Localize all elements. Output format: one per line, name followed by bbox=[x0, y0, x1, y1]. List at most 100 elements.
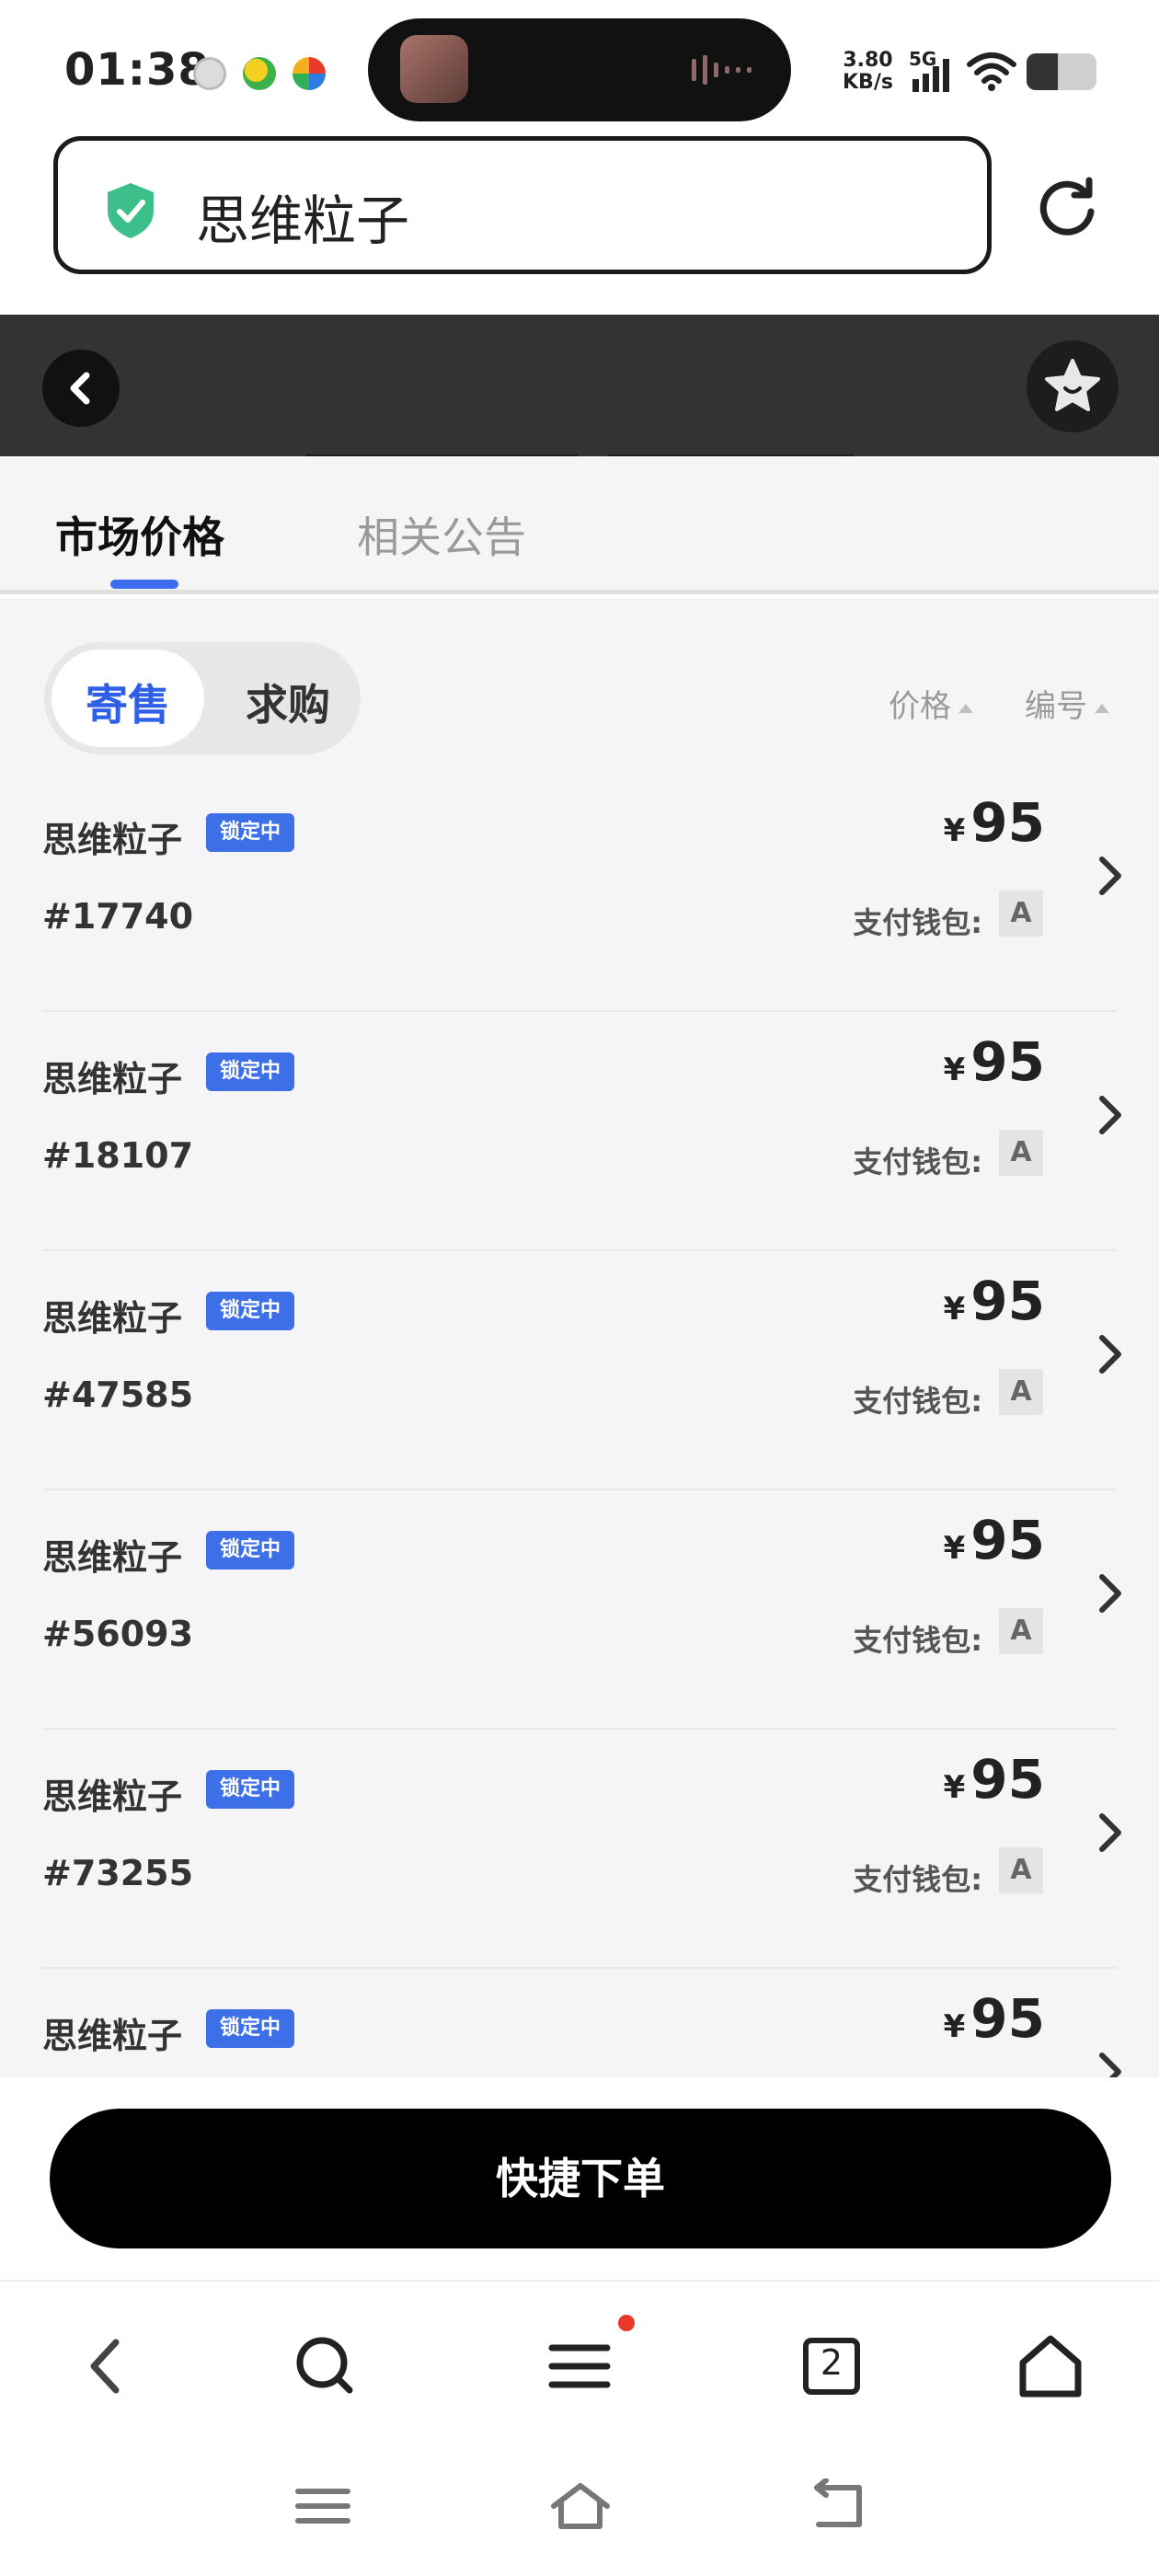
item-price: ¥95 bbox=[944, 1509, 1045, 1571]
item-price: ¥95 bbox=[944, 791, 1045, 854]
quick-order-button[interactable]: 快捷下单 bbox=[50, 2109, 1111, 2248]
currency-symbol: ¥ bbox=[943, 812, 966, 849]
wallet-label: 支付钱包: bbox=[853, 905, 982, 940]
tab-count: 2 bbox=[820, 2342, 843, 2383]
currency-symbol: ¥ bbox=[943, 1769, 966, 1806]
battery-icon bbox=[1027, 53, 1096, 90]
item-price: ¥95 bbox=[944, 1270, 1045, 1332]
price-value: 95 bbox=[970, 1748, 1045, 1811]
address-bar[interactable]: 思维粒子 bbox=[53, 136, 992, 274]
active-tab-indicator bbox=[110, 580, 178, 589]
audio-wave-icon bbox=[692, 55, 752, 85]
battery-level bbox=[1027, 53, 1059, 90]
list-item[interactable]: 思维粒子 锁定中 #73255 ¥95 支付钱包: A bbox=[0, 1730, 1159, 1969]
price-value: 95 bbox=[970, 1270, 1045, 1332]
lock-status-badge: 锁定中 bbox=[206, 1531, 294, 1570]
wallet-label: 支付钱包: bbox=[853, 1862, 982, 1897]
sort-by-price[interactable]: 价格 bbox=[889, 681, 973, 726]
list-item[interactable]: 思维粒子 锁定中 #56093 ¥95 支付钱包: A bbox=[0, 1490, 1159, 1730]
item-name: 思维粒子 bbox=[42, 1777, 183, 1817]
star-icon bbox=[1045, 359, 1100, 411]
speed-value: 3.80 bbox=[843, 49, 893, 72]
network-speed: 3.80 KB/s bbox=[843, 50, 893, 94]
lock-status-badge: 锁定中 bbox=[206, 1292, 294, 1330]
list-item[interactable]: 思维粒子 锁定中 #18107 ¥95 支付钱包: A bbox=[0, 1012, 1159, 1251]
item-name: 思维粒子 bbox=[42, 2016, 183, 2056]
sort-price-label: 价格 bbox=[889, 688, 951, 725]
lock-status-badge: 锁定中 bbox=[206, 813, 294, 852]
green-yellow-app-icon bbox=[243, 57, 276, 90]
address-title: 思维粒子 bbox=[196, 190, 410, 252]
wifi-icon bbox=[967, 52, 1016, 91]
lock-status-badge: 锁定中 bbox=[206, 1052, 294, 1091]
wallet-tag: A bbox=[999, 1608, 1043, 1654]
system-home-icon[interactable] bbox=[548, 2478, 613, 2534]
item-price: ¥95 bbox=[944, 1987, 1045, 2050]
tab-announcements[interactable]: 相关公告 bbox=[357, 504, 526, 565]
lock-status-badge: 锁定中 bbox=[206, 2009, 294, 2048]
avatar bbox=[400, 35, 468, 103]
back-button[interactable] bbox=[42, 350, 120, 427]
list-item[interactable]: 思维粒子 锁定中 #17740 ¥95 支付钱包: A bbox=[0, 773, 1159, 1012]
price-value: 95 bbox=[970, 1030, 1045, 1093]
item-name: 思维粒子 bbox=[42, 1298, 183, 1339]
sort-number-label: 编号 bbox=[1025, 688, 1087, 725]
system-back-icon[interactable] bbox=[806, 2478, 870, 2534]
item-name: 思维粒子 bbox=[42, 1059, 183, 1099]
currency-symbol: ¥ bbox=[943, 1530, 966, 1567]
wallet-label: 支付钱包: bbox=[853, 1623, 982, 1658]
wallet-label: 支付钱包: bbox=[853, 1384, 982, 1419]
sort-arrow-icon bbox=[1095, 703, 1109, 713]
speed-unit: KB/s bbox=[843, 71, 893, 94]
dynamic-island bbox=[368, 18, 791, 121]
segment-consign[interactable]: 寄售 bbox=[52, 650, 204, 747]
recent-apps-icon[interactable] bbox=[291, 2478, 355, 2534]
wallet-tag: A bbox=[999, 891, 1043, 937]
favorite-button[interactable] bbox=[1027, 340, 1119, 432]
price-value: 95 bbox=[970, 1987, 1045, 2050]
menu-icon[interactable] bbox=[543, 2329, 616, 2403]
chevron-right-icon bbox=[1099, 1813, 1121, 1852]
segment-consign-label: 寄售 bbox=[86, 680, 170, 730]
signal-icon bbox=[912, 59, 949, 92]
item-number: #73255 bbox=[42, 1853, 194, 1893]
price-value: 95 bbox=[970, 1509, 1045, 1571]
camera-app-icon bbox=[193, 57, 226, 90]
chevron-right-icon bbox=[1099, 1096, 1121, 1134]
listing-panel: 寄售 求购 价格 编号 思维粒子 锁定中 #17740 ¥95 支付钱包: A 思维粒子 锁定… bbox=[0, 598, 1159, 2077]
currency-symbol: ¥ bbox=[943, 1052, 966, 1088]
multicolor-app-icon bbox=[293, 57, 326, 90]
search-icon[interactable] bbox=[289, 2329, 362, 2403]
list-item[interactable]: 思维粒子 锁定中 #47585 ¥95 支付钱包: A bbox=[0, 1251, 1159, 1490]
home-icon[interactable] bbox=[1014, 2329, 1087, 2403]
chevron-left-icon bbox=[70, 372, 90, 405]
currency-symbol: ¥ bbox=[943, 2008, 966, 2045]
tabs-button[interactable]: 2 bbox=[795, 2329, 868, 2403]
item-number: #56093 bbox=[42, 1614, 194, 1654]
notification-dot bbox=[618, 2315, 635, 2331]
tab-bar: 市场价格 相关公告 bbox=[0, 456, 1159, 594]
item-name: 思维粒子 bbox=[42, 820, 183, 860]
price-value: 95 bbox=[970, 791, 1045, 854]
wallet-tag: A bbox=[999, 1130, 1043, 1176]
wallet-label: 支付钱包: bbox=[853, 1144, 982, 1179]
item-name: 思维粒子 bbox=[42, 1537, 183, 1578]
tab-market-price[interactable]: 市场价格 bbox=[55, 504, 224, 565]
system-nav-bar bbox=[0, 2445, 1159, 2576]
item-price: ¥95 bbox=[944, 1030, 1045, 1093]
back-icon[interactable] bbox=[72, 2329, 145, 2403]
page-header bbox=[0, 315, 1159, 456]
wallet-tag: A bbox=[999, 1847, 1043, 1893]
wallet-tag: A bbox=[999, 1369, 1043, 1415]
browser-toolbar: 2 bbox=[0, 2280, 1159, 2445]
currency-symbol: ¥ bbox=[943, 1291, 966, 1328]
sort-arrow-icon bbox=[958, 703, 973, 713]
status-time: 01:38 bbox=[64, 44, 210, 96]
segment-buy[interactable]: 求购 bbox=[219, 672, 357, 732]
item-number: #18107 bbox=[42, 1135, 194, 1176]
sort-by-number[interactable]: 编号 bbox=[1025, 681, 1109, 726]
list-item[interactable]: 思维粒子 锁定中 ¥95 bbox=[0, 1969, 1159, 2077]
segment-control: 寄售 求购 bbox=[44, 642, 361, 754]
reload-icon[interactable] bbox=[1038, 175, 1098, 236]
item-price: ¥95 bbox=[944, 1748, 1045, 1811]
